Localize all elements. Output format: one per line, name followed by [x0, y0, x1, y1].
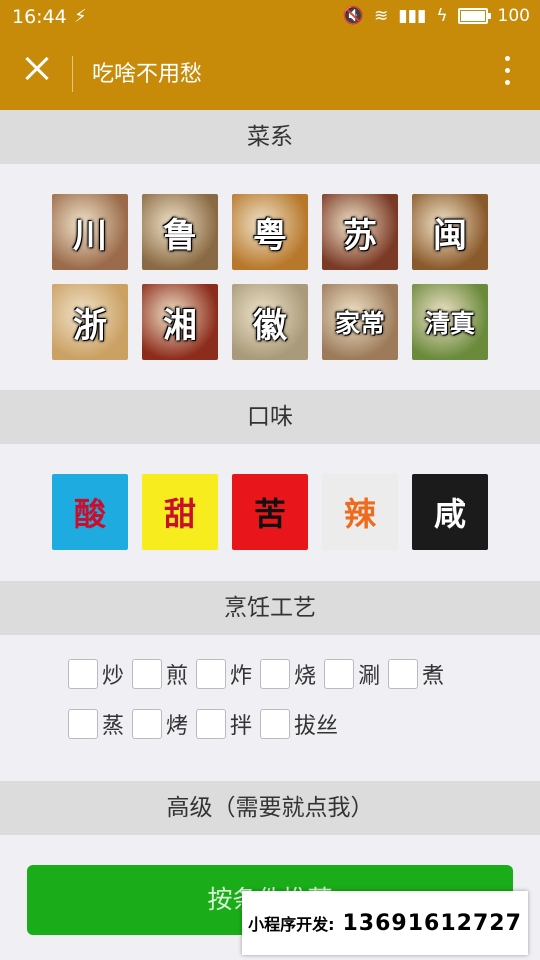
craft-checkbox[interactable]	[68, 709, 98, 739]
navigation-bar: 吃啥不用愁	[0, 36, 540, 110]
craft-label: 煎	[166, 664, 189, 689]
craft-option[interactable]: 炒	[68, 658, 128, 690]
status-icons: 🔇 ≋ ▮▮▮ ϟ 100	[343, 6, 530, 26]
craft-label: 拔丝	[294, 714, 339, 739]
craft-option[interactable]: 涮	[324, 658, 384, 690]
craft-label: 烧	[294, 664, 317, 689]
battery-icon	[457, 8, 491, 24]
promo-label: 小程序开发:	[248, 915, 335, 934]
craft-row-1: 炒煎炸烧涮煮	[68, 658, 452, 690]
craft-option[interactable]: 烧	[260, 658, 320, 690]
craft-checkbox[interactable]	[388, 659, 419, 689]
craft-option[interactable]: 煮	[388, 658, 448, 690]
page-title: 吃啥不用愁	[92, 62, 203, 87]
top-bar: 16:44 ⚡ 🔇 ≋ ▮▮▮ ϟ 100 吃啥不用愁	[0, 0, 540, 110]
cuisine-tile[interactable]: 清真	[412, 284, 488, 360]
craft-checkbox[interactable]	[260, 659, 291, 689]
taste-tile[interactable]: 酸	[52, 474, 128, 550]
craft-label: 涮	[358, 664, 381, 689]
charging-icon: ϟ	[436, 6, 448, 26]
craft-row-2: 蒸 烤 拌 拔丝	[68, 708, 346, 740]
craft-option[interactable]: 蒸	[68, 708, 128, 740]
cuisine-tile[interactable]: 粤	[232, 194, 308, 270]
craft-label: 炸	[230, 664, 253, 689]
craft-label: 炒	[102, 664, 125, 689]
craft-checkbox[interactable]	[132, 709, 163, 739]
close-icon[interactable]	[22, 50, 58, 86]
section-cuisine-header: 菜系	[0, 110, 540, 164]
cuisine-tile[interactable]: 家常	[322, 284, 398, 360]
craft-label: 煮	[422, 664, 445, 689]
taste-tile[interactable]: 辣	[322, 474, 398, 550]
craft-option[interactable]: 烤	[132, 708, 192, 740]
craft-checkbox[interactable]	[196, 659, 227, 689]
craft-option[interactable]: 拔丝	[260, 708, 342, 740]
status-time: 16:44	[12, 6, 67, 28]
cuisine-tile[interactable]: 徽	[232, 284, 308, 360]
mute-icon: 🔇	[342, 6, 364, 26]
section-craft-header: 烹饪工艺	[0, 581, 540, 635]
usb-icon: ⚡	[74, 6, 87, 27]
promo-banner: 小程序开发: 13691612727	[242, 891, 528, 955]
cuisine-tile[interactable]: 川	[52, 194, 128, 270]
craft-option[interactable]: 炸	[196, 658, 256, 690]
cuisine-tile[interactable]: 鲁	[142, 194, 218, 270]
craft-checkbox[interactable]	[196, 709, 227, 739]
status-bar: 16:44 ⚡ 🔇 ≋ ▮▮▮ ϟ 100	[0, 0, 540, 36]
nav-divider	[72, 56, 73, 92]
craft-option[interactable]: 煎	[132, 658, 192, 690]
advanced-toggle[interactable]: 高级（需要就点我）	[0, 781, 540, 835]
craft-label: 烤	[166, 714, 189, 739]
signal-icon: ▮▮▮	[398, 6, 427, 26]
taste-tile[interactable]: 甜	[142, 474, 218, 550]
craft-label: 拌	[230, 714, 253, 739]
craft-checkbox[interactable]	[260, 709, 291, 739]
craft-checkbox[interactable]	[68, 659, 98, 689]
wifi-icon: ≋	[374, 6, 389, 26]
craft-checkbox[interactable]	[324, 659, 355, 689]
battery-level: 100	[497, 6, 530, 26]
cuisine-tile[interactable]: 湘	[142, 284, 218, 360]
cuisine-tile[interactable]: 浙	[52, 284, 128, 360]
more-options-icon[interactable]	[504, 56, 510, 90]
cuisine-tile[interactable]: 苏	[322, 194, 398, 270]
taste-tile[interactable]: 苦	[232, 474, 308, 550]
taste-tile[interactable]: 咸	[412, 474, 488, 550]
promo-phone: 13691612727	[342, 910, 522, 936]
craft-option[interactable]: 拌	[196, 708, 256, 740]
cuisine-tile[interactable]: 闽	[412, 194, 488, 270]
craft-checkbox[interactable]	[132, 659, 163, 689]
craft-label: 蒸	[102, 714, 125, 739]
section-taste-header: 口味	[0, 390, 540, 444]
